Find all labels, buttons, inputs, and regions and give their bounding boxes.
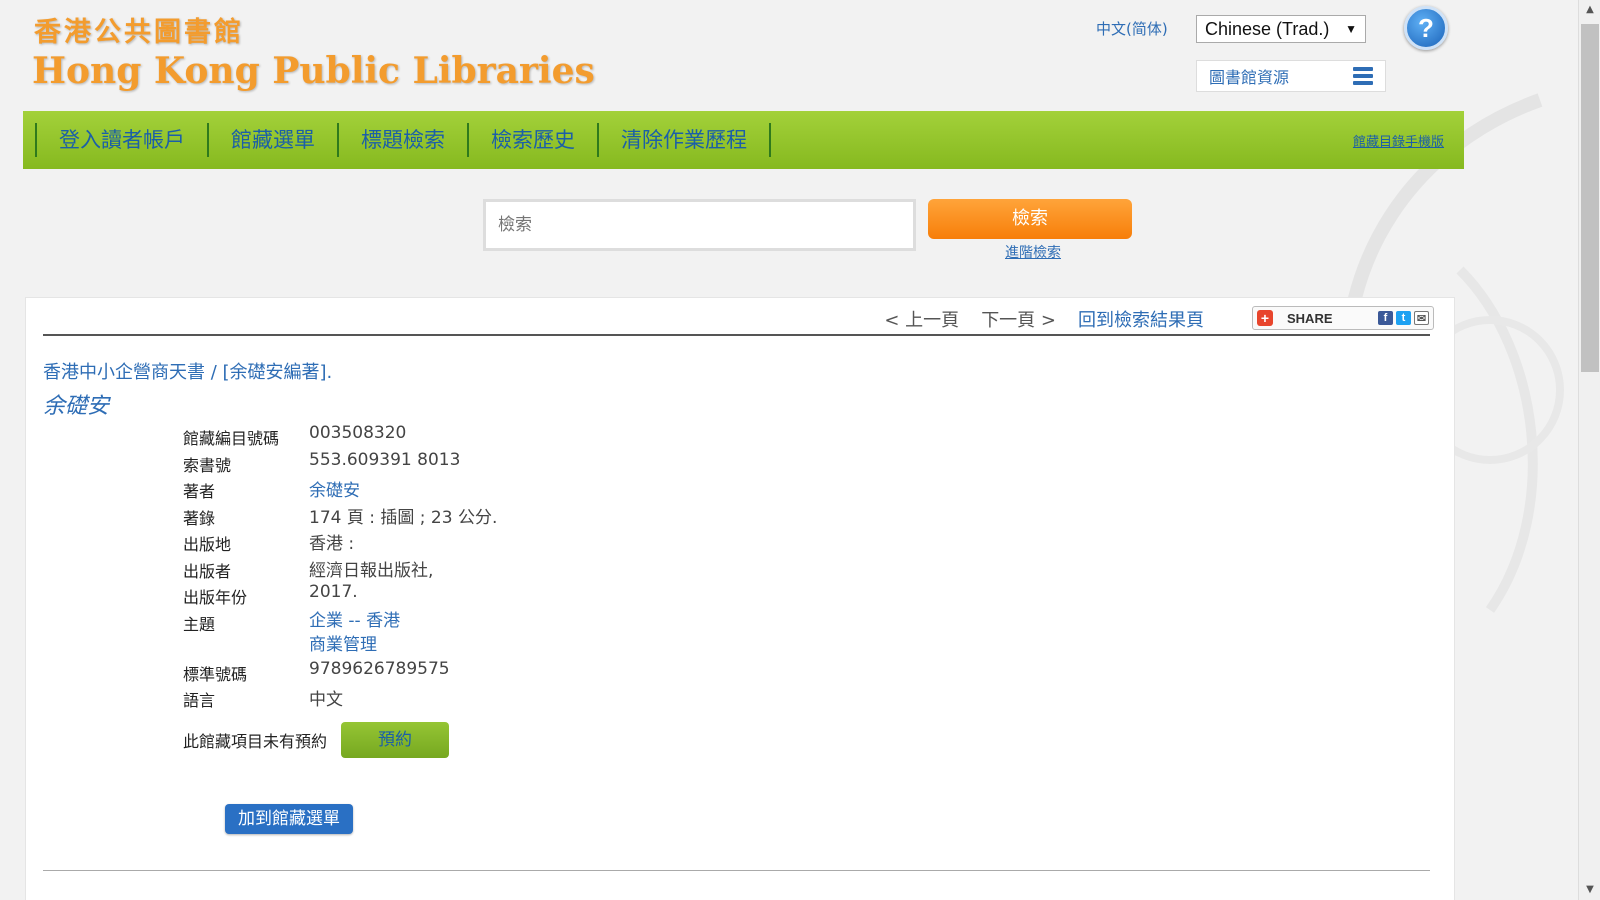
stack-icon [1353, 67, 1373, 85]
plus-icon: + [1257, 310, 1273, 326]
record-details: 館藏編目號碼 003508320 索書號 553.609391 8013 著者 … [183, 423, 497, 712]
nav-item-search-history[interactable]: 檢索歷史 [467, 123, 597, 157]
advanced-search-link[interactable]: 進階檢索 [1005, 242, 1061, 262]
detail-value: 中文 [309, 690, 343, 710]
detail-value: 9789626789575 [309, 658, 450, 679]
detail-row: 著錄 174 頁 : 插圖 ; 23 公分. [183, 503, 497, 530]
vertical-scrollbar[interactable]: ▲ ▼ [1578, 0, 1600, 900]
nav-item-title-search[interactable]: 標題檢索 [337, 123, 467, 157]
language-select-value: Chinese (Trad.) [1205, 18, 1330, 39]
subject-link-enterprise[interactable]: 企業 [309, 611, 343, 631]
record-pager: < 上一頁 下一頁 > 回到檢索結果頁 [884, 306, 1204, 332]
divider [43, 334, 1430, 336]
detail-value: 174 頁 : 插圖 ; 23 公分. [309, 507, 498, 528]
nav-item-my-list[interactable]: 館藏選單 [207, 123, 337, 157]
question-mark-icon: ? [1418, 12, 1434, 43]
library-resources-label: 圖書館資源 [1209, 68, 1290, 87]
reserve-button[interactable]: 預約 [341, 722, 450, 758]
email-icon[interactable]: ✉ [1414, 311, 1429, 325]
author-link[interactable]: 余礎安 [309, 481, 360, 501]
scroll-up-icon[interactable]: ▲ [1579, 0, 1600, 20]
detail-label: 語言 [183, 691, 216, 710]
share-label: SHARE [1287, 310, 1333, 326]
add-to-list-button[interactable]: 加到館藏選單 [225, 804, 353, 834]
language-select[interactable]: Chinese (Trad.) ▼ [1196, 15, 1366, 43]
detail-label: 館藏編目號碼 [183, 429, 280, 448]
detail-label: 著者 [183, 482, 216, 501]
detail-row: 主題 企業 -- 香港 商業管理 [183, 609, 497, 659]
nav-item-login[interactable]: 登入讀者帳戶 [35, 123, 207, 157]
detail-row: 語言 中文 [183, 685, 497, 712]
help-button[interactable]: ? [1404, 6, 1448, 50]
detail-label: 主題 [183, 614, 216, 634]
subject-separator: -- [348, 610, 361, 631]
detail-value: 003508320 [309, 423, 407, 443]
simplified-chinese-link[interactable]: 中文(简体) [1096, 18, 1168, 39]
facebook-icon[interactable]: f [1378, 311, 1393, 325]
detail-row: 索書號 553.609391 8013 [183, 450, 497, 477]
reserve-row: 此館藏項目未有預約 預約 [183, 722, 450, 758]
detail-row: 出版年份 2017. [183, 582, 497, 609]
detail-label: 標準號碼 [183, 664, 248, 684]
detail-row: 出版者 經濟日報出版社, [183, 556, 497, 583]
main-nav: 登入讀者帳戶 館藏選單 標題檢索 檢索歷史 清除作業歷程 館藏目錄手機版 [23, 111, 1464, 169]
detail-value: 香港 : [309, 534, 355, 554]
library-resources-button[interactable]: 圖書館資源 [1196, 60, 1386, 92]
search-button[interactable]: 檢索 [928, 199, 1132, 239]
prev-page-link[interactable]: < 上一頁 [884, 306, 959, 332]
twitter-icon[interactable]: t [1396, 311, 1411, 325]
subject-link-hongkong[interactable]: 香港 [366, 611, 400, 631]
scroll-down-icon[interactable]: ▼ [1579, 880, 1600, 900]
detail-label: 著錄 [183, 508, 216, 528]
back-to-results-link[interactable]: 回到檢索結果頁 [1078, 306, 1204, 332]
detail-label: 索書號 [183, 455, 232, 475]
mobile-catalog-link[interactable]: 館藏目錄手機版 [1353, 131, 1444, 150]
detail-row: 著者 余礎安 [183, 476, 497, 503]
nav-item-clear-session[interactable]: 清除作業歷程 [597, 123, 771, 157]
detail-label: 出版者 [183, 561, 232, 581]
record-title[interactable]: 香港中小企營商天書 / [余礎安編著]. [43, 358, 332, 384]
logo-chinese: 香港公共圖書館 [34, 17, 244, 48]
search-input[interactable] [483, 199, 916, 251]
record-author[interactable]: 余礎安 [43, 388, 109, 420]
next-page-link[interactable]: 下一頁 > [981, 306, 1056, 332]
chevron-down-icon: ▼ [1345, 22, 1357, 36]
detail-row: 標準號碼 9789626789575 [183, 659, 497, 686]
logo-english: Hong Kong Public Libraries [32, 50, 595, 92]
detail-value: 553.609391 8013 [309, 449, 461, 470]
detail-row: 出版地 香港 : [183, 529, 497, 556]
reserve-status: 此館藏項目未有預約 [183, 732, 328, 751]
detail-value: 2017. [309, 582, 358, 602]
detail-label: 出版年份 [183, 588, 248, 607]
scroll-thumb[interactable] [1581, 24, 1599, 372]
subject-link-business-management[interactable]: 商業管理 [309, 635, 377, 655]
divider [43, 870, 1430, 871]
share-button[interactable]: + SHARE f t ✉ [1252, 306, 1434, 330]
detail-row: 館藏編目號碼 003508320 [183, 423, 497, 450]
detail-value: 經濟日報出版社, [309, 560, 434, 581]
record-panel: < 上一頁 下一頁 > 回到檢索結果頁 + SHARE f t ✉ 香港中小企營… [25, 297, 1455, 900]
detail-label: 出版地 [183, 535, 232, 554]
